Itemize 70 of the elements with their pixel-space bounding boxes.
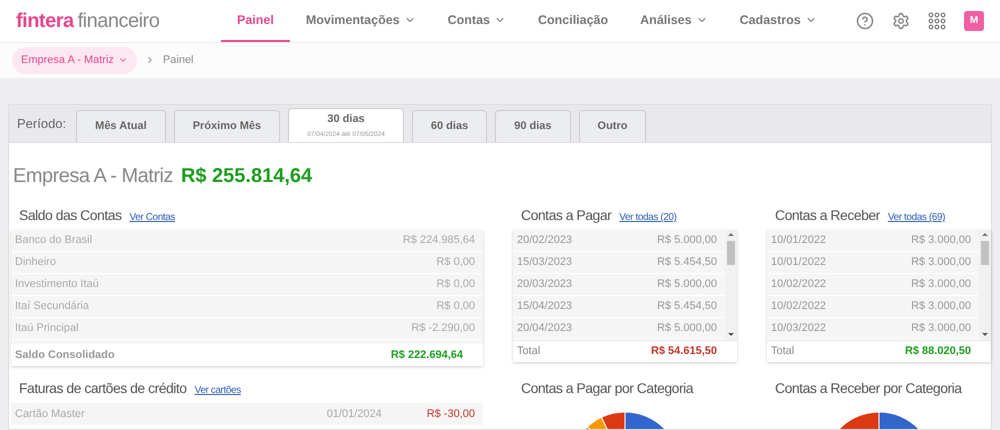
account-name: Investimento Itaú — [15, 277, 99, 292]
period-tab[interactable]: Próximo Mês — [174, 110, 280, 142]
account-name: Banco do Brasil — [15, 233, 92, 248]
total-amount: R$ 54.615,50 — [650, 344, 718, 360]
view-link[interactable]: Ver Contas — [130, 210, 176, 225]
date-text: 15/04/2023 — [517, 299, 572, 314]
period-tab[interactable]: Outro — [578, 110, 646, 142]
period-tab[interactable]: Mês Atual — [76, 110, 166, 142]
account-balance: R$ 0,00 — [436, 299, 476, 314]
date-text: 10/02/2022 — [771, 277, 826, 292]
amount-text: R$ 3.000,00 — [911, 255, 972, 270]
breadcrumb-page: Painel — [162, 53, 194, 68]
total-amount: R$ 88.020,50 — [904, 344, 972, 360]
amount-text: R$ 3.000,00 — [911, 233, 972, 248]
chart-title: Contas a Receber por Categoria — [774, 379, 963, 398]
nav-tab[interactable]: Conciliação — [522, 0, 624, 42]
amount-text: R$ 5.000,00 — [657, 277, 718, 292]
amount-text: R$ 3.000,00 — [911, 277, 972, 292]
date-text: 10/02/2022 — [771, 299, 826, 314]
period-label: Período: — [17, 114, 66, 133]
apps-grid-icon[interactable] — [928, 12, 946, 30]
section-title: Contas a Pagar — [521, 206, 612, 225]
total-label: Total — [517, 344, 540, 360]
period-tab[interactable]: 60 dias — [412, 110, 488, 142]
view-link[interactable]: Ver todas (20) — [619, 210, 677, 225]
date-text: 20/04/2023 — [517, 321, 572, 336]
total-label: Saldo Consolidado — [15, 348, 115, 363]
account-balance: R$ -2.290,00 — [411, 321, 476, 336]
date-text: 20/03/2023 — [517, 277, 572, 292]
account-name: Itaí Secundária — [15, 299, 89, 314]
total-balance: R$ 255.814,64 — [180, 164, 312, 189]
help-icon[interactable] — [856, 12, 874, 30]
amount-text: R$ 5.454,50 — [657, 299, 718, 314]
account-name: Dinheiro — [15, 255, 56, 270]
settings-icon[interactable] — [892, 12, 910, 30]
nav-tab[interactable]: Movimentações — [290, 0, 432, 42]
card-name: Cartão Master — [15, 406, 86, 422]
section-title: Saldo das Contas — [19, 206, 122, 225]
date-text: 10/03/2022 — [771, 321, 826, 336]
section-title: Contas a Receber — [775, 206, 880, 225]
amount-text: R$ 5.454,50 — [657, 255, 718, 270]
invoice-amount: R$ -30,00 — [426, 406, 476, 422]
amount-text: R$ 5.000,00 — [657, 321, 718, 336]
total-amount: R$ 222.694,64 — [390, 348, 464, 363]
date-text: 10/01/2022 — [771, 255, 826, 270]
nav-tab[interactable]: Análises — [624, 0, 724, 42]
nav-tab[interactable]: Cadastros — [724, 0, 833, 42]
amount-text: R$ 3.000,00 — [911, 321, 972, 336]
company-selector[interactable]: Empresa A - Matriz — [12, 47, 137, 74]
account-balance: R$ 224.985,64 — [402, 233, 476, 248]
chart-title: Contas a Pagar por Categoria — [520, 379, 694, 398]
company-name: Empresa A - Matriz — [13, 164, 173, 189]
invoice-date: 01/01/2024 — [326, 406, 383, 422]
account-balance: R$ 0,00 — [436, 255, 476, 270]
period-tab[interactable]: 90 dias — [495, 110, 571, 142]
view-link[interactable]: Ver cartões — [194, 383, 241, 398]
date-text: 10/01/2022 — [771, 233, 826, 248]
brand-suffix: financeiro — [78, 8, 160, 34]
date-text: 20/02/2023 — [517, 233, 572, 248]
date-text: 15/03/2023 — [517, 255, 572, 270]
account-balance: R$ 0,00 — [436, 277, 476, 292]
amount-text: R$ 3.000,00 — [911, 299, 972, 314]
amount-text: R$ 5.000,00 — [657, 233, 718, 248]
view-link[interactable]: Ver todas (69) — [888, 210, 946, 225]
section-title: Faturas de cartões de crédito — [19, 379, 187, 398]
total-label: Total — [771, 344, 794, 360]
nav-tab[interactable]: Contas — [432, 0, 522, 42]
account-name: Itaú Principal — [15, 321, 79, 336]
user-avatar[interactable]: M — [964, 10, 984, 31]
brand-logo[interactable]: fintera — [16, 6, 74, 36]
